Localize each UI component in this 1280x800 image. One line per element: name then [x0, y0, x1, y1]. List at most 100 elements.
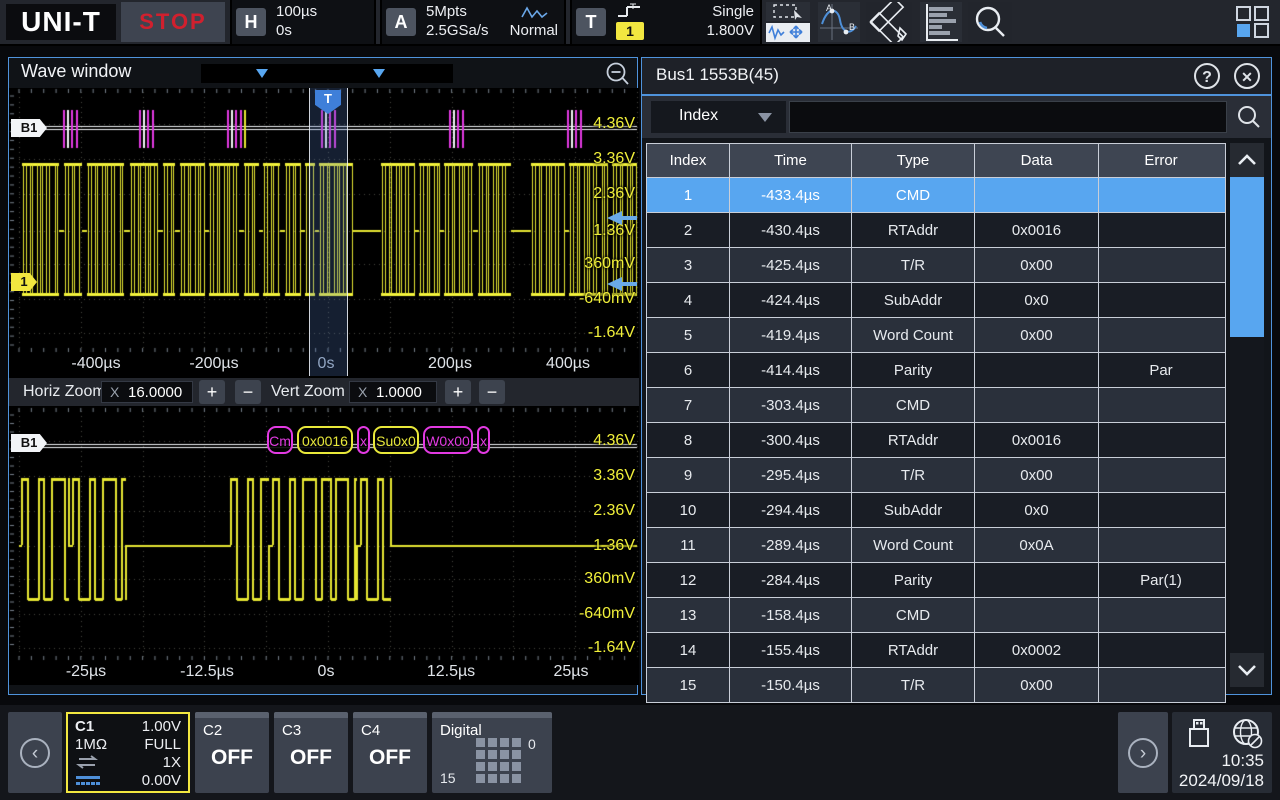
help-button[interactable]: ? [1194, 63, 1220, 89]
trigger-level-arrow-low[interactable] [607, 277, 637, 291]
table-row[interactable]: 3-425.4µsT/R0x00 [647, 247, 1225, 282]
channel2-card[interactable]: C2 OFF [195, 712, 269, 793]
channel4-card[interactable]: C4 OFF [353, 712, 427, 793]
channel2-state: OFF [195, 746, 269, 770]
horizontal-key: H [236, 8, 266, 36]
table-cell: 0x00 [975, 248, 1099, 282]
trigger-source-badge: 1 [616, 22, 644, 40]
search-input[interactable] [789, 101, 1227, 133]
horizontal-menu[interactable]: H 100µs 0s [230, 0, 376, 44]
channels-scroll-left[interactable]: ‹ [8, 712, 62, 793]
table-cell: 5 [647, 318, 730, 352]
zoom-marker-left-icon[interactable] [256, 69, 268, 78]
table-cell: 7 [647, 388, 730, 422]
table-cell: Word Count [852, 318, 975, 352]
run-stop-button[interactable]: STOP [121, 2, 225, 42]
bus-b1-label[interactable]: B1 [11, 119, 47, 137]
table-cell: Par(1) [1099, 563, 1223, 597]
scroll-down-button[interactable] [1230, 653, 1264, 687]
table-row[interactable]: 1-433.4µsCMD [647, 177, 1225, 212]
table-cell: 0x0 [975, 493, 1099, 527]
horiz-zoom-plus-button[interactable]: + [199, 380, 225, 404]
y-axis-tick: 2.36V [593, 501, 635, 520]
table-cell: RTAddr [852, 213, 975, 247]
vert-zoom-value-box[interactable]: X 1.0000 [349, 381, 437, 403]
channel1-card[interactable]: C1 1.00V 1MΩ FULL 1X 0.00V [66, 712, 190, 793]
horiz-zoom-value: 16.0000 [128, 384, 182, 401]
channels-scroll-right[interactable]: › [1118, 712, 1168, 793]
table-cell: 15 [647, 668, 730, 702]
select-region-button[interactable] [766, 2, 810, 21]
scrollbar-thumb[interactable] [1230, 177, 1264, 337]
trigger-sweep-mode: Single [712, 3, 754, 21]
table-row[interactable]: 12-284.4µsParityPar(1) [647, 562, 1225, 597]
table-row[interactable]: 10-294.4µsSubAddr0x0 [647, 492, 1225, 527]
scroll-up-button[interactable] [1230, 143, 1264, 177]
table-row[interactable]: 7-303.4µsCMD [647, 387, 1225, 422]
search-field-selected: Index [679, 107, 718, 125]
table-row[interactable]: 11-289.4µsWord Count0x0A [647, 527, 1225, 562]
vert-zoom-minus-button[interactable]: − [479, 380, 505, 404]
horiz-zoom-minus-button[interactable]: − [235, 380, 261, 404]
acquire-menu[interactable]: A 5Mpts 2.5GSa/s Normal [380, 0, 566, 44]
table-row[interactable]: 15-150.4µsT/R0x00 [647, 667, 1225, 702]
channel3-card[interactable]: C3 OFF [274, 712, 348, 793]
table-row[interactable]: 6-414.4µsParityPar [647, 352, 1225, 387]
trigger-level-arrow-high[interactable] [607, 211, 637, 225]
search-field-dropdown[interactable]: Index [651, 101, 786, 133]
table-row[interactable]: 4-424.4µsSubAddr0x0 [647, 282, 1225, 317]
channel1-probe: 1X [163, 754, 181, 771]
table-row[interactable]: 8-300.4µsRTAddr0x0016 [647, 422, 1225, 457]
table-cell: 11 [647, 528, 730, 562]
ab-cursor-button[interactable]: AB [818, 2, 860, 42]
table-cell: -424.4µs [730, 283, 852, 317]
table-cell [1099, 283, 1223, 317]
x-axis-tick: 200µs [428, 353, 472, 375]
search-icon[interactable] [1234, 104, 1262, 135]
table-row[interactable]: 2-430.4µsRTAddr0x0016 [647, 212, 1225, 247]
table-cell [975, 388, 1099, 422]
system-status-card[interactable]: 10:35 2024/09/18 [1172, 712, 1272, 793]
table-cell: -414.4µs [730, 353, 852, 387]
table-row[interactable]: 9-295.4µsT/R0x00 [647, 457, 1225, 492]
table-cell: -303.4µs [730, 388, 852, 422]
table-cell: 0x0016 [975, 213, 1099, 247]
measure-ruler-button[interactable] [866, 2, 912, 42]
digital-channel-dot [512, 738, 521, 747]
wave-position-slider[interactable] [201, 64, 453, 83]
trigger-menu[interactable]: T 1 Single 1.800V [570, 0, 762, 44]
vert-zoom-value: 1.0000 [376, 384, 422, 401]
table-cell: 0x0002 [975, 633, 1099, 667]
table-cell: CMD [852, 388, 975, 422]
brand-logo: UNI-T [6, 4, 116, 40]
zoom-window-region[interactable] [309, 88, 348, 376]
search-events-button[interactable] [968, 2, 1012, 42]
bus-panel-titlebar: Bus1 1553B(45) ? ✕ [642, 58, 1271, 96]
x-axis-tick: -200µs [189, 353, 238, 375]
vert-zoom-plus-button[interactable]: + [445, 380, 471, 404]
table-row[interactable]: 13-158.4µsCMD [647, 597, 1225, 632]
table-cell [1099, 458, 1223, 492]
decode-tag: Su0x0 [373, 426, 419, 454]
table-row[interactable]: 14-155.4µsRTAddr0x0002 [647, 632, 1225, 667]
wave-drag-button[interactable] [766, 23, 810, 42]
trigger-level: 1.800V [706, 22, 754, 40]
column-header-type: Type [852, 144, 975, 177]
decode-table-body: 1-433.4µsCMD2-430.4µsRTAddr0x00163-425.4… [647, 177, 1225, 702]
histogram-button[interactable] [920, 2, 962, 42]
table-cell: -289.4µs [730, 528, 852, 562]
window-layout-button[interactable] [1234, 4, 1272, 40]
horiz-zoom-value-box[interactable]: X 16.0000 [101, 381, 193, 403]
digital-channel-dot [476, 774, 485, 783]
x-axis-tick: 400µs [546, 353, 590, 375]
zoom-marker-right-icon[interactable] [373, 69, 385, 78]
digital-channel-dot [500, 738, 509, 747]
top-bar: UNI-T STOP H 100µs 0s A 5Mpts 2.5GSa/s N… [0, 0, 1280, 46]
table-cell: 0x0 [975, 283, 1099, 317]
table-row[interactable]: 5-419.4µsWord Count0x00 [647, 317, 1225, 352]
digital-channels-card[interactable]: Digital 0 15 [432, 712, 552, 793]
table-cell: 6 [647, 353, 730, 387]
close-button[interactable]: ✕ [1234, 63, 1260, 89]
table-cell [1099, 388, 1223, 422]
card-accent-strip [432, 712, 552, 718]
